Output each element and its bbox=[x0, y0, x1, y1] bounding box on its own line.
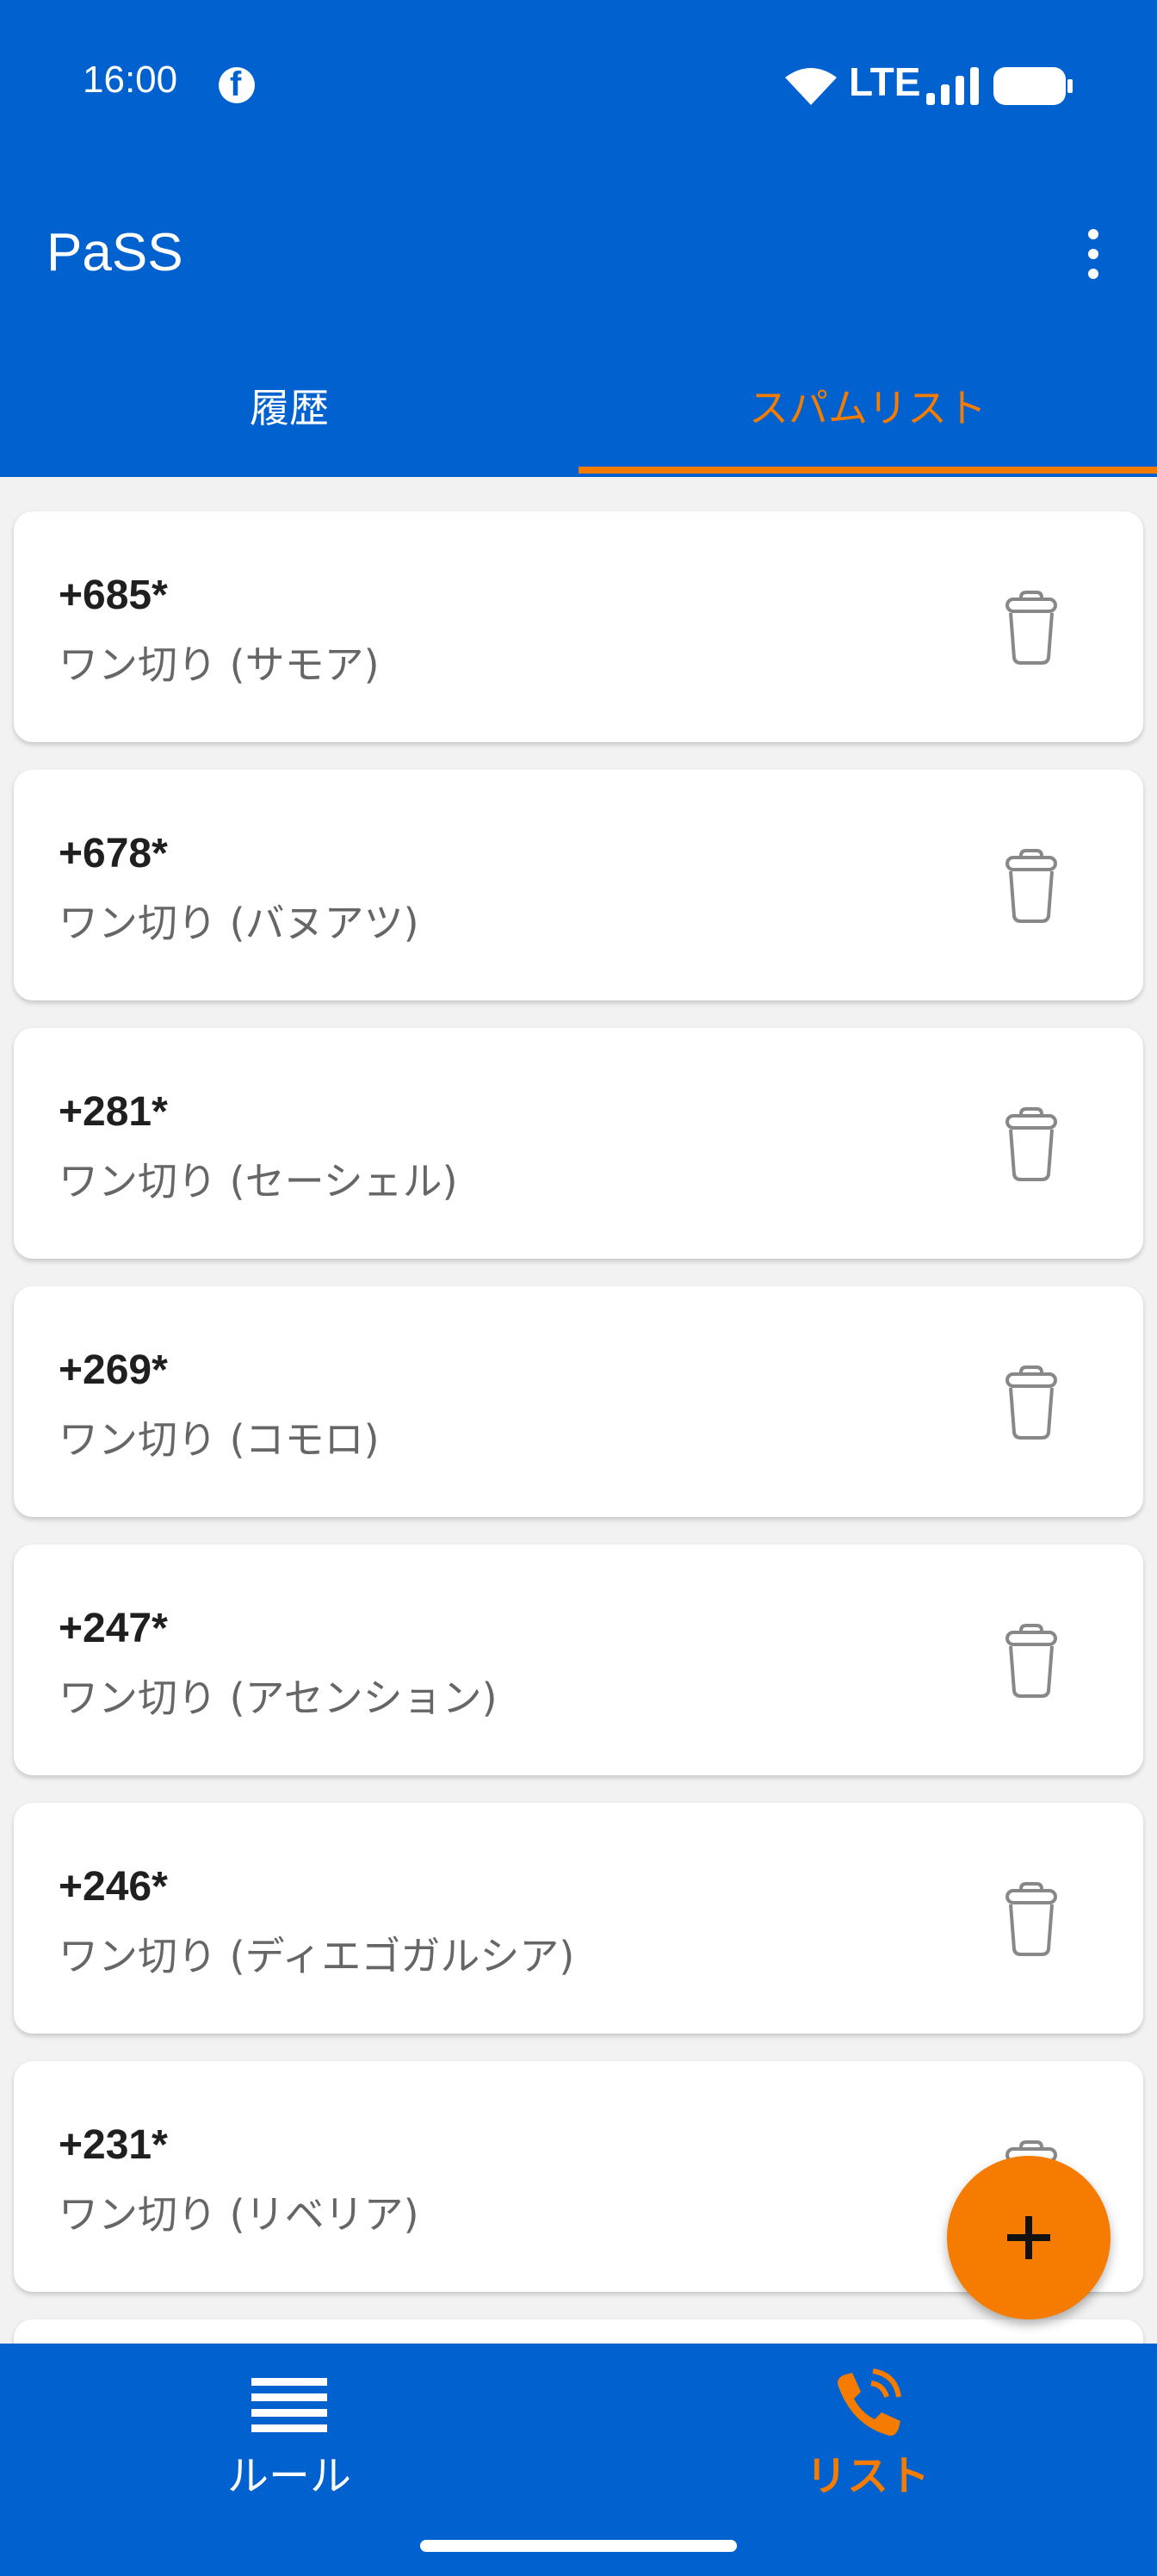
network-type: LTE bbox=[849, 59, 921, 104]
app-title: PaSS bbox=[46, 223, 183, 282]
item-description: ワン切り (ディエゴガルシア) bbox=[59, 1933, 575, 1979]
phone-number: +247* bbox=[59, 1606, 168, 1651]
menu-lines-icon bbox=[251, 2378, 327, 2432]
list-item[interactable]: +678* ワン切り (バヌアツ) bbox=[14, 770, 1143, 1000]
item-description: ワン切り (サモア) bbox=[59, 641, 380, 688]
status-bar: 16:00 f LTE bbox=[0, 0, 1157, 172]
signal-icon bbox=[926, 67, 979, 105]
item-description: ワン切り (リベリア) bbox=[59, 2191, 419, 2238]
trash-icon[interactable] bbox=[997, 1622, 1066, 1700]
facebook-notification-icon: f bbox=[219, 65, 255, 103]
phone-number: +269* bbox=[59, 1347, 168, 1393]
tab-bar: 履歴 スパムリスト bbox=[0, 365, 1157, 477]
trash-icon[interactable] bbox=[997, 1880, 1066, 1958]
trash-icon[interactable] bbox=[997, 589, 1066, 666]
app-bar: 16:00 f LTE PaSS 履歴 スパムリスト bbox=[0, 0, 1157, 477]
list-item[interactable]: +246* ワン切り (ディエゴガルシア) bbox=[14, 1803, 1143, 2034]
nav-rules[interactable]: ルール bbox=[0, 2344, 578, 2516]
item-description: ワン切り (コモロ) bbox=[59, 1416, 380, 1463]
list-item[interactable]: +685* ワン切り (サモア) bbox=[14, 511, 1143, 742]
phone-number: +281* bbox=[59, 1089, 168, 1135]
nav-rules-label: ルール bbox=[226, 2452, 351, 2500]
list-item[interactable]: +269* ワン切り (コモロ) bbox=[14, 1286, 1143, 1517]
phone-number: +685* bbox=[59, 573, 168, 618]
phone-number: +246* bbox=[59, 1864, 168, 1910]
trash-icon[interactable] bbox=[997, 847, 1066, 925]
item-description: ワン切り (バヌアツ) bbox=[59, 900, 419, 946]
trash-icon[interactable] bbox=[997, 1364, 1066, 1441]
phone-number: +231* bbox=[59, 2122, 168, 2168]
list-item-partial[interactable] bbox=[14, 2319, 1143, 2344]
tab-history[interactable]: 履歴 bbox=[0, 365, 578, 477]
more-options-icon[interactable] bbox=[1067, 226, 1119, 282]
item-description: ワン切り (セーシェル) bbox=[59, 1158, 458, 1204]
phone-number: +678* bbox=[59, 831, 168, 876]
add-button[interactable] bbox=[947, 2156, 1111, 2319]
tab-spam-list[interactable]: スパムリスト bbox=[578, 365, 1157, 477]
list-item[interactable]: +281* ワン切り (セーシェル) bbox=[14, 1028, 1143, 1259]
home-indicator[interactable] bbox=[420, 2540, 737, 2552]
wifi-icon bbox=[785, 68, 837, 105]
status-time: 16:00 bbox=[83, 59, 178, 101]
nav-list[interactable]: リスト bbox=[578, 2344, 1157, 2516]
item-description: ワン切り (アセンション) bbox=[59, 1675, 498, 1721]
tab-indicator bbox=[578, 467, 1157, 474]
nav-list-label: リスト bbox=[805, 2452, 930, 2500]
battery-icon bbox=[993, 67, 1073, 105]
list-item[interactable]: +247* ワン切り (アセンション) bbox=[14, 1545, 1143, 1775]
phone-ringing-icon bbox=[838, 2369, 901, 2436]
spam-list[interactable]: +685* ワン切り (サモア) +678* ワン切り (バヌアツ) +281*… bbox=[0, 477, 1157, 2344]
trash-icon[interactable] bbox=[997, 1105, 1066, 1183]
plus-icon bbox=[1007, 2216, 1050, 2259]
